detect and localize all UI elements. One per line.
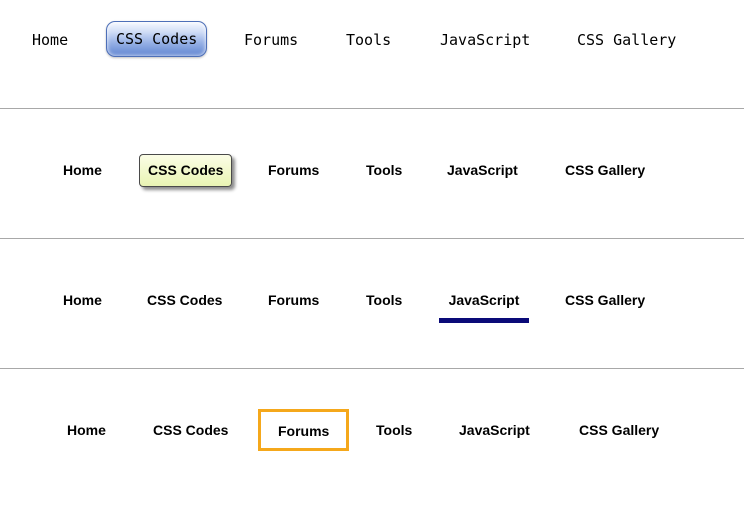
menu2-item-css-codes-active[interactable]: CSS Codes [139,154,233,187]
divider [0,238,744,239]
menu3-item-css-gallery[interactable]: CSS Gallery [565,291,645,309]
menu2-item-javascript[interactable]: JavaScript [447,161,518,179]
menu2-item-home[interactable]: Home [63,161,102,179]
menu3-item-javascript-active[interactable]: JavaScript [439,291,529,323]
menu3-item-home[interactable]: Home [63,291,102,309]
menu4-item-home[interactable]: Home [67,421,106,439]
menu1-item-javascript[interactable]: JavaScript [440,30,530,50]
menu1-item-css-gallery[interactable]: CSS Gallery [577,30,676,50]
menu3-item-tools[interactable]: Tools [366,291,402,309]
menu2-item-tools[interactable]: Tools [366,161,402,179]
menu4-item-forums-active[interactable]: Forums [258,409,350,451]
divider [0,368,744,369]
menu1-item-forums[interactable]: Forums [244,30,298,50]
menu2-item-css-gallery[interactable]: CSS Gallery [565,161,645,179]
menu2-item-forums[interactable]: Forums [268,161,319,179]
menu3-item-forums[interactable]: Forums [268,291,319,309]
menu4-item-tools[interactable]: Tools [376,421,412,439]
menu4-item-javascript[interactable]: JavaScript [459,421,530,439]
menu1-item-css-codes-active[interactable]: CSS Codes [106,21,208,57]
menu4-item-css-codes[interactable]: CSS Codes [153,421,228,439]
menu1-item-home[interactable]: Home [32,30,68,50]
menu3-item-css-codes[interactable]: CSS Codes [147,291,222,309]
menu1-item-tools[interactable]: Tools [346,30,391,50]
divider [0,108,744,109]
menu4-item-css-gallery[interactable]: CSS Gallery [579,421,659,439]
